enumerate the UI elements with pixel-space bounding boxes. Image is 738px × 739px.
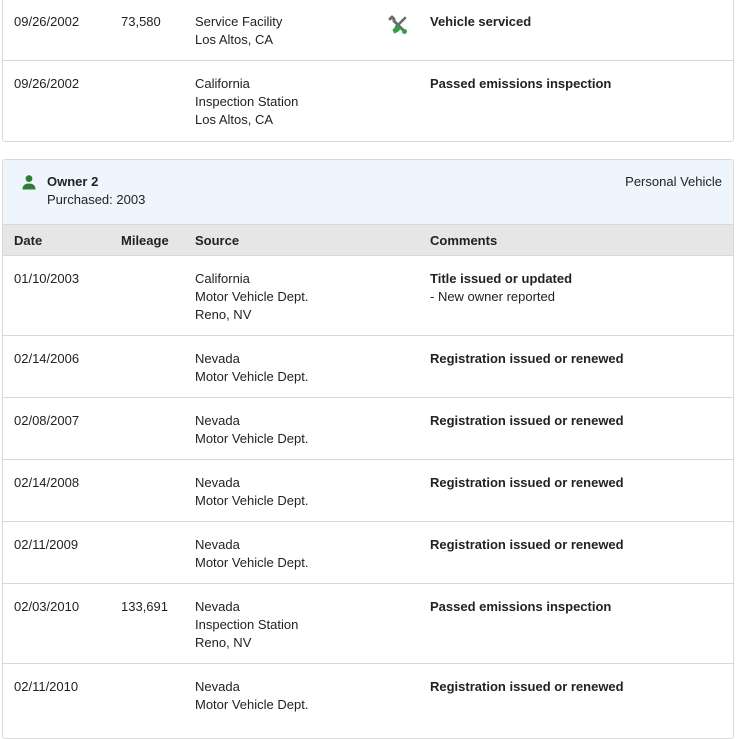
row-mileage: 133,691 [121, 599, 168, 614]
header-comments[interactable]: Comments [430, 232, 497, 250]
row-date: 02/14/2008 [14, 475, 80, 490]
table-row: 02/11/2009 Nevada Motor Vehicle Dept. Regis… [3, 522, 733, 584]
previous-owner-records-card: 09/26/2002 73,580 Service Facility Los Alto… [2, 0, 734, 142]
comment-title: Registration issued or renewed [430, 475, 624, 490]
person-icon [21, 174, 37, 190]
row-comments: Registration issued or renewed [430, 678, 624, 696]
source-line: Motor Vehicle Dept. [195, 555, 309, 570]
row-comments: Passed emissions inspection [430, 598, 611, 616]
row-source: Nevada Motor Vehicle Dept. [195, 412, 308, 448]
table-row: 02/14/2008 Nevada Motor Vehicle Dept. Regis… [3, 460, 733, 522]
row-source: California Motor Vehicle Dept. Reno, NV [195, 270, 308, 324]
source-line: Inspection Station [195, 617, 299, 632]
source-line: Service Facility [195, 14, 283, 29]
row-comments: Registration issued or renewed [430, 536, 624, 554]
row-comments: Passed emissions inspection [430, 75, 611, 93]
table-header: Date Mileage Source Comments [3, 225, 733, 256]
row-source: Service Facility Los Altos, CA [195, 13, 282, 49]
row-comments: Vehicle serviced [430, 13, 531, 31]
table-row: 02/11/2010 Nevada Motor Vehicle Dept. Regis… [3, 664, 733, 726]
row-comments: Registration issued or renewed [430, 350, 624, 368]
comment-title: Passed emissions inspection [430, 76, 612, 91]
comment-title: Vehicle serviced [430, 14, 532, 29]
wrench-screwdriver-icon [387, 14, 409, 36]
source-line: Los Altos, CA [195, 112, 274, 127]
source-line: Reno, NV [195, 307, 252, 322]
source-line: Nevada [195, 413, 240, 428]
owner-card: Owner 2 Purchased: 2003 Personal Vehicle… [2, 159, 734, 739]
comment-title: Registration issued or renewed [430, 351, 624, 366]
row-comments: Registration issued or renewed [430, 474, 624, 492]
row-comments: Registration issued or renewed [430, 412, 624, 430]
row-date: 02/11/2010 [14, 679, 79, 694]
source-line: Nevada [195, 679, 240, 694]
table-row: 09/26/2002 California Inspection Station Lo… [3, 61, 733, 141]
history-rows: 01/10/2003 California Motor Vehicle Dept. R… [3, 256, 733, 726]
row-date: 02/14/2006 [14, 351, 80, 366]
source-line: California [195, 76, 250, 91]
source-line: Motor Vehicle Dept. [195, 493, 309, 508]
row-source: Nevada Motor Vehicle Dept. [195, 474, 308, 510]
source-line: Nevada [195, 599, 240, 614]
source-line: Nevada [195, 351, 240, 366]
source-line: Reno, NV [195, 635, 252, 650]
row-date: 02/08/2007 [14, 413, 80, 428]
row-mileage: 73,580 [121, 14, 161, 29]
header-mileage[interactable]: Mileage [121, 232, 169, 250]
comment-title: Registration issued or renewed [430, 413, 624, 428]
table-row: 02/14/2006 Nevada Motor Vehicle Dept. Regis… [3, 336, 733, 398]
row-date: 02/11/2009 [14, 537, 79, 552]
comment-title: Registration issued or renewed [430, 537, 624, 552]
table-row: 09/26/2002 73,580 Service Facility Los Alto… [3, 0, 733, 61]
table-row: 02/03/2010 133,691 Nevada Inspection Statio… [3, 584, 733, 664]
source-line: California [195, 271, 250, 286]
row-source: Nevada Motor Vehicle Dept. [195, 678, 308, 714]
row-date: 01/10/2003 [14, 271, 80, 286]
row-source: Nevada Inspection Station Reno, NV [195, 598, 298, 652]
row-source: California Inspection Station Los Altos, C… [195, 75, 298, 129]
owner-header: Owner 2 Purchased: 2003 Personal Vehicle [3, 160, 733, 225]
row-source: Nevada Motor Vehicle Dept. [195, 350, 308, 386]
source-line: Inspection Station [195, 94, 299, 109]
owner-title: Owner 2 [47, 174, 99, 189]
source-line: Los Altos, CA [195, 32, 274, 47]
owner-purchased: Purchased: 2003 [47, 192, 146, 207]
comment-title: Registration issued or renewed [430, 679, 624, 694]
vehicle-type: Personal Vehicle [625, 174, 722, 189]
table-row: 02/08/2007 Nevada Motor Vehicle Dept. Regis… [3, 398, 733, 460]
source-line: Motor Vehicle Dept. [195, 697, 309, 712]
source-line: Nevada [195, 537, 240, 552]
comment-detail: - New owner reported [430, 289, 555, 304]
comment-title: Title issued or updated [430, 271, 573, 286]
row-source: Nevada Motor Vehicle Dept. [195, 536, 308, 572]
row-date: 09/26/2002 [14, 14, 80, 29]
header-date[interactable]: Date [14, 232, 42, 250]
table-row: 01/10/2003 California Motor Vehicle Dept. R… [3, 256, 733, 336]
source-line: Motor Vehicle Dept. [195, 369, 309, 384]
header-source[interactable]: Source [195, 232, 239, 250]
row-comments: Title issued or updated - New owner repor… [430, 270, 572, 306]
row-date: 09/26/2002 [14, 76, 80, 91]
comment-title: Passed emissions inspection [430, 599, 612, 614]
source-line: Motor Vehicle Dept. [195, 431, 309, 446]
row-date: 02/03/2010 [14, 599, 80, 614]
source-line: Nevada [195, 475, 240, 490]
source-line: Motor Vehicle Dept. [195, 289, 309, 304]
